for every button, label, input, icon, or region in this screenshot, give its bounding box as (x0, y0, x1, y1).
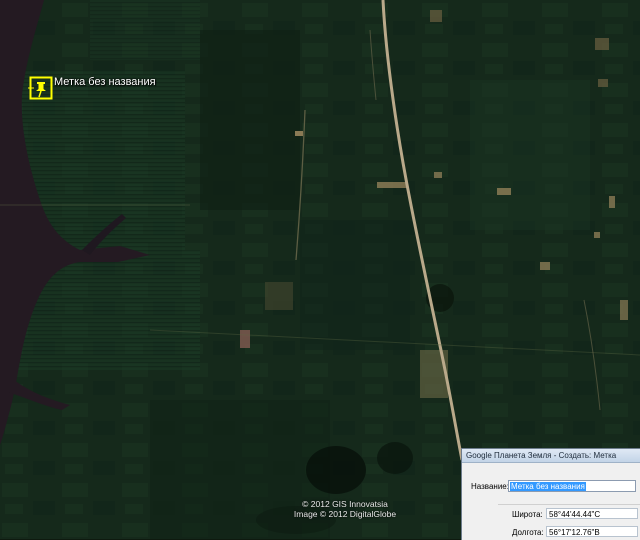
name-input[interactable]: Метка без названия (508, 480, 636, 492)
dialog-title[interactable]: Google Планета Земля - Создать: Метка (462, 449, 640, 463)
placemark-pushpin-icon[interactable] (28, 75, 54, 101)
longitude-label: Долгота: (512, 528, 544, 537)
latitude-label: Широта: (512, 510, 543, 519)
name-label: Название: (471, 482, 509, 491)
placemark-label[interactable]: Метка без названия (54, 76, 156, 88)
divider (498, 504, 640, 505)
create-placemark-dialog: Google Планета Земля - Создать: Метка На… (461, 448, 640, 540)
longitude-field[interactable]: 56°17'12.76"В (546, 526, 638, 537)
name-input-value: Метка без названия (510, 482, 586, 491)
latitude-field[interactable]: 58°44'44.44"С (546, 508, 638, 519)
